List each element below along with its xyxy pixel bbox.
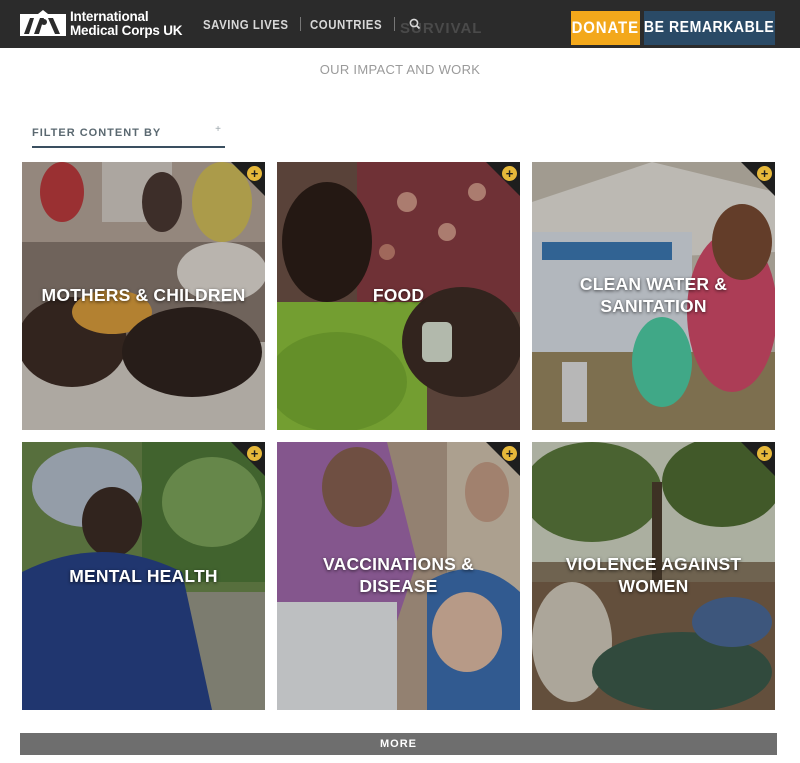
tile-label: CLEAN WATER & SANITATION	[579, 274, 728, 316]
logo-icon	[20, 10, 66, 36]
expand-plus-icon[interactable]: +	[247, 446, 262, 461]
nav-item-saving-lives[interactable]: SAVING LIVES	[203, 17, 289, 32]
tile-corner	[231, 162, 265, 196]
filter-label: FILTER CONTENT BY	[32, 127, 162, 139]
tile-label: MOTHERS & CHILDREN	[41, 285, 246, 305]
tile-corner	[741, 162, 775, 196]
tile-label: VACCINATIONS & DISEASE	[323, 554, 474, 596]
expand-plus-icon[interactable]: +	[757, 166, 772, 181]
search-icon[interactable]	[408, 17, 422, 31]
section-subtitle: OUR IMPACT AND WORK	[319, 62, 481, 77]
nav-item-countries[interactable]: COUNTRIES	[310, 17, 382, 32]
tile-corner	[741, 442, 775, 476]
donate-button-label: DONATE	[571, 18, 640, 37]
expand-plus-icon[interactable]: +	[247, 166, 262, 181]
logo-text-line1: International	[70, 9, 149, 24]
tile-food[interactable]: + FOOD	[277, 162, 520, 430]
tile-violence-against-women[interactable]: + VIOLENCE AGAINST WOMEN	[532, 442, 775, 710]
site-logo[interactable]: International Medical Corps UK	[20, 6, 183, 42]
be-remarkable-button[interactable]: BE REMARKABLE	[644, 11, 775, 45]
tile-clean-water-sanitation[interactable]: + CLEAN WATER & SANITATION	[532, 162, 775, 430]
main-nav: SAVING LIVES COUNTRIES	[203, 0, 422, 48]
logo-text: International Medical Corps UK	[70, 9, 183, 38]
expand-plus-icon[interactable]: +	[502, 446, 517, 461]
tile-corner	[486, 162, 520, 196]
tile-label: VIOLENCE AGAINST WOMEN	[565, 554, 742, 596]
tile-mental-health[interactable]: + MENTAL HEALTH	[22, 442, 265, 710]
donate-button[interactable]: DONATE	[571, 11, 640, 45]
more-button[interactable]: MORE	[20, 733, 777, 755]
expand-plus-icon[interactable]: +	[757, 446, 772, 461]
expand-plus-icon[interactable]: +	[502, 166, 517, 181]
tile-vaccinations-disease[interactable]: + VACCINATIONS & DISEASE	[277, 442, 520, 710]
filter-dropdown[interactable]: FILTER CONTENT BY +	[32, 118, 225, 148]
nav-divider	[394, 17, 396, 31]
tile-corner	[486, 442, 520, 476]
tile-mothers-children[interactable]: + MOTHERS & CHILDREN	[22, 162, 265, 430]
tile-corner	[231, 442, 265, 476]
tile-label: MENTAL HEALTH	[69, 566, 218, 586]
nav-divider	[300, 17, 302, 31]
top-navigation-bar: International Medical Corps UK SURVIVAL …	[0, 0, 800, 48]
logo-text-line2: Medical Corps UK	[70, 23, 183, 38]
be-remarkable-button-label: BE REMARKABLE	[644, 19, 775, 36]
tile-label: FOOD	[372, 285, 425, 305]
filter-expand-icon: +	[215, 124, 221, 135]
